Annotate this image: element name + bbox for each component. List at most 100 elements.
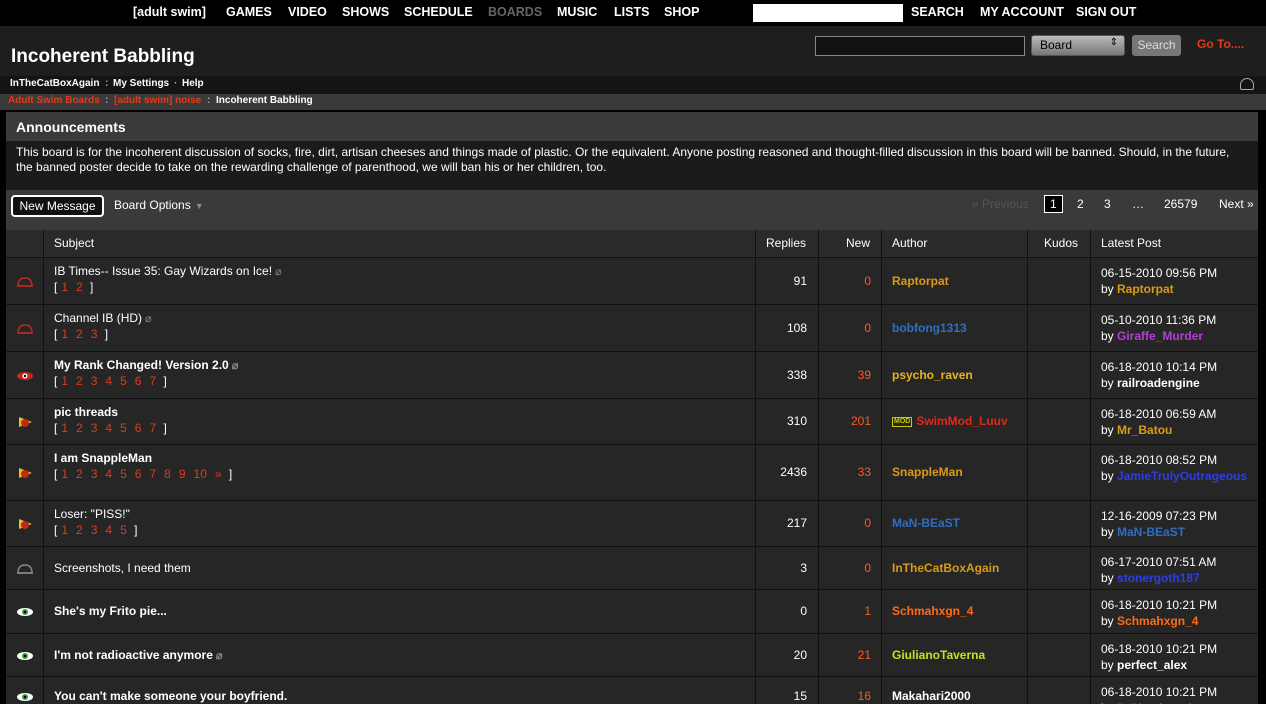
latest-post-author-link[interactable]: railroadengine <box>1117 376 1200 390</box>
thread-page-link[interactable]: 3 <box>91 327 98 341</box>
new-count[interactable]: 1 <box>864 604 871 618</box>
thread-subject-link[interactable]: Loser: "PISS!" <box>54 507 130 521</box>
new-message-button[interactable]: New Message <box>11 195 104 217</box>
pager-page-1[interactable]: 1 <box>1044 195 1063 213</box>
read-thread-icon[interactable] <box>16 275 34 289</box>
rss-icon[interactable] <box>1240 78 1254 90</box>
thread-subject-link[interactable]: Screenshots, I need them <box>54 561 191 575</box>
my-settings-link[interactable]: My Settings <box>113 78 169 89</box>
new-count[interactable]: 0 <box>864 274 871 288</box>
thread-page-link[interactable]: 9 <box>179 467 186 481</box>
goto-menu[interactable]: Go To.... <box>1197 37 1244 51</box>
col-replies[interactable]: Replies <box>766 236 806 250</box>
read-thread-icon[interactable] <box>16 322 34 336</box>
author-link[interactable]: Schmahxgn_4 <box>892 604 973 618</box>
col-kudos[interactable]: Kudos <box>1044 236 1078 250</box>
latest-post-author-link[interactable]: Mr_Batou <box>1117 423 1172 437</box>
pager-page-last[interactable]: 26579 <box>1164 197 1197 211</box>
sticky-thread-icon[interactable] <box>16 415 34 429</box>
thread-page-link[interactable]: 2 <box>76 374 83 388</box>
thread-subject-link[interactable]: pic threads <box>54 405 118 419</box>
thread-page-link[interactable]: 5 <box>120 523 127 537</box>
latest-post-author-link[interactable]: stonergoth187 <box>1117 571 1200 585</box>
nav-shop[interactable]: SHOP <box>664 5 699 19</box>
thread-page-link[interactable]: 1 <box>61 374 68 388</box>
board-search-button[interactable]: Search <box>1132 35 1181 56</box>
thread-page-link[interactable]: 4 <box>105 374 112 388</box>
thread-page-link[interactable]: 3 <box>91 523 98 537</box>
new-count[interactable]: 33 <box>858 465 871 479</box>
sticky-thread-icon[interactable] <box>16 517 34 531</box>
board-options-menu[interactable]: Board Options ▼ <box>114 198 204 212</box>
pager-page-3[interactable]: 3 <box>1104 197 1111 211</box>
latest-post-author-link[interactable]: perfect_alex <box>1117 658 1187 672</box>
author-link[interactable]: GiulianoTaverna <box>892 648 985 662</box>
old-thread-icon[interactable] <box>16 562 34 576</box>
thread-page-link[interactable]: 1 <box>61 523 68 537</box>
new-count[interactable]: 0 <box>864 561 871 575</box>
help-link[interactable]: Help <box>182 78 204 89</box>
col-author[interactable]: Author <box>892 236 927 250</box>
new-count[interactable]: 201 <box>851 414 871 428</box>
author-link[interactable]: psycho_raven <box>892 368 973 382</box>
pager-page-2[interactable]: 2 <box>1077 197 1084 211</box>
latest-post-author-link[interactable]: Schmahxgn_4 <box>1117 614 1198 628</box>
nav-games[interactable]: GAMES <box>226 5 272 19</box>
latest-post-date[interactable]: 06-18-2010 10:21 PM <box>1101 641 1251 657</box>
new-count[interactable]: 0 <box>864 321 871 335</box>
latest-post-date[interactable]: 06-18-2010 10:21 PM <box>1101 684 1251 700</box>
author-link[interactable]: MOD SwimMod_Luuv <box>892 414 1008 428</box>
thread-page-link[interactable]: 10 <box>194 467 207 481</box>
col-subject[interactable]: Subject <box>54 236 94 250</box>
thread-page-link[interactable]: 3 <box>91 467 98 481</box>
nav-music[interactable]: MUSIC <box>557 5 597 19</box>
nav-schedule[interactable]: SCHEDULE <box>404 5 473 19</box>
brand-link[interactable]: [adult swim] <box>133 5 206 19</box>
thread-page-link[interactable]: 1 <box>61 327 68 341</box>
thread-page-link[interactable]: 7 <box>149 467 156 481</box>
nav-boards[interactable]: BOARDS <box>488 5 542 19</box>
pager-next[interactable]: Next » <box>1219 197 1254 211</box>
latest-post-author-link[interactable]: JamieTrulyOutrageous <box>1117 469 1247 483</box>
author-link[interactable]: MaN-BEaST <box>892 516 960 530</box>
latest-post-date[interactable]: 06-15-2010 09:56 PM <box>1101 265 1251 281</box>
sign-out-link[interactable]: SIGN OUT <box>1076 5 1136 19</box>
thread-page-link[interactable]: 2 <box>76 421 83 435</box>
thread-page-link[interactable]: 6 <box>135 374 142 388</box>
author-link[interactable]: InTheCatBoxAgain <box>892 561 999 575</box>
thread-page-link[interactable]: 3 <box>91 421 98 435</box>
new-count[interactable]: 21 <box>858 648 871 662</box>
thread-subject-link[interactable]: She's my Frito pie... <box>54 604 167 618</box>
latest-post-date[interactable]: 06-18-2010 06:59 AM <box>1101 406 1251 422</box>
author-link[interactable]: SnappleMan <box>892 465 963 479</box>
board-search-input[interactable] <box>815 36 1025 56</box>
thread-page-link[interactable]: 7 <box>149 421 156 435</box>
thread-page-link[interactable]: 4 <box>105 421 112 435</box>
latest-post-date[interactable]: 12-16-2009 07:23 PM <box>1101 508 1251 524</box>
thread-page-link[interactable]: 4 <box>105 523 112 537</box>
latest-post-date[interactable]: 06-18-2010 08:52 PM <box>1101 452 1251 468</box>
my-account-link[interactable]: MY ACCOUNT <box>980 5 1064 19</box>
col-new[interactable]: New <box>846 236 870 250</box>
thread-page-link[interactable]: 5 <box>120 374 127 388</box>
thread-subject-link[interactable]: Channel IB (HD) ⌀ <box>54 311 152 325</box>
latest-post-author-link[interactable]: MaN-BEaST <box>1117 525 1185 539</box>
site-search-button[interactable]: SEARCH <box>911 5 964 19</box>
thread-page-link[interactable]: 8 <box>164 467 171 481</box>
new-thread-icon[interactable] <box>16 690 34 704</box>
breadcrumb-boards[interactable]: Adult Swim Boards <box>8 95 100 106</box>
thread-page-link[interactable]: 6 <box>135 467 142 481</box>
latest-post-author-link[interactable]: Raptorpat <box>1117 282 1174 296</box>
new-thread-icon[interactable] <box>16 605 34 619</box>
thread-page-link[interactable]: 5 <box>120 421 127 435</box>
new-count[interactable]: 0 <box>864 516 871 530</box>
site-search-input[interactable] <box>753 4 903 22</box>
thread-page-link[interactable]: 2 <box>76 327 83 341</box>
author-link[interactable]: Makahari2000 <box>892 689 971 703</box>
nav-video[interactable]: VIDEO <box>288 5 327 19</box>
pager-previous[interactable]: « Previous <box>972 197 1029 211</box>
nav-shows[interactable]: SHOWS <box>342 5 389 19</box>
thread-page-link[interactable]: » <box>215 467 222 481</box>
thread-page-link[interactable]: 2 <box>76 523 83 537</box>
nav-lists[interactable]: LISTS <box>614 5 649 19</box>
